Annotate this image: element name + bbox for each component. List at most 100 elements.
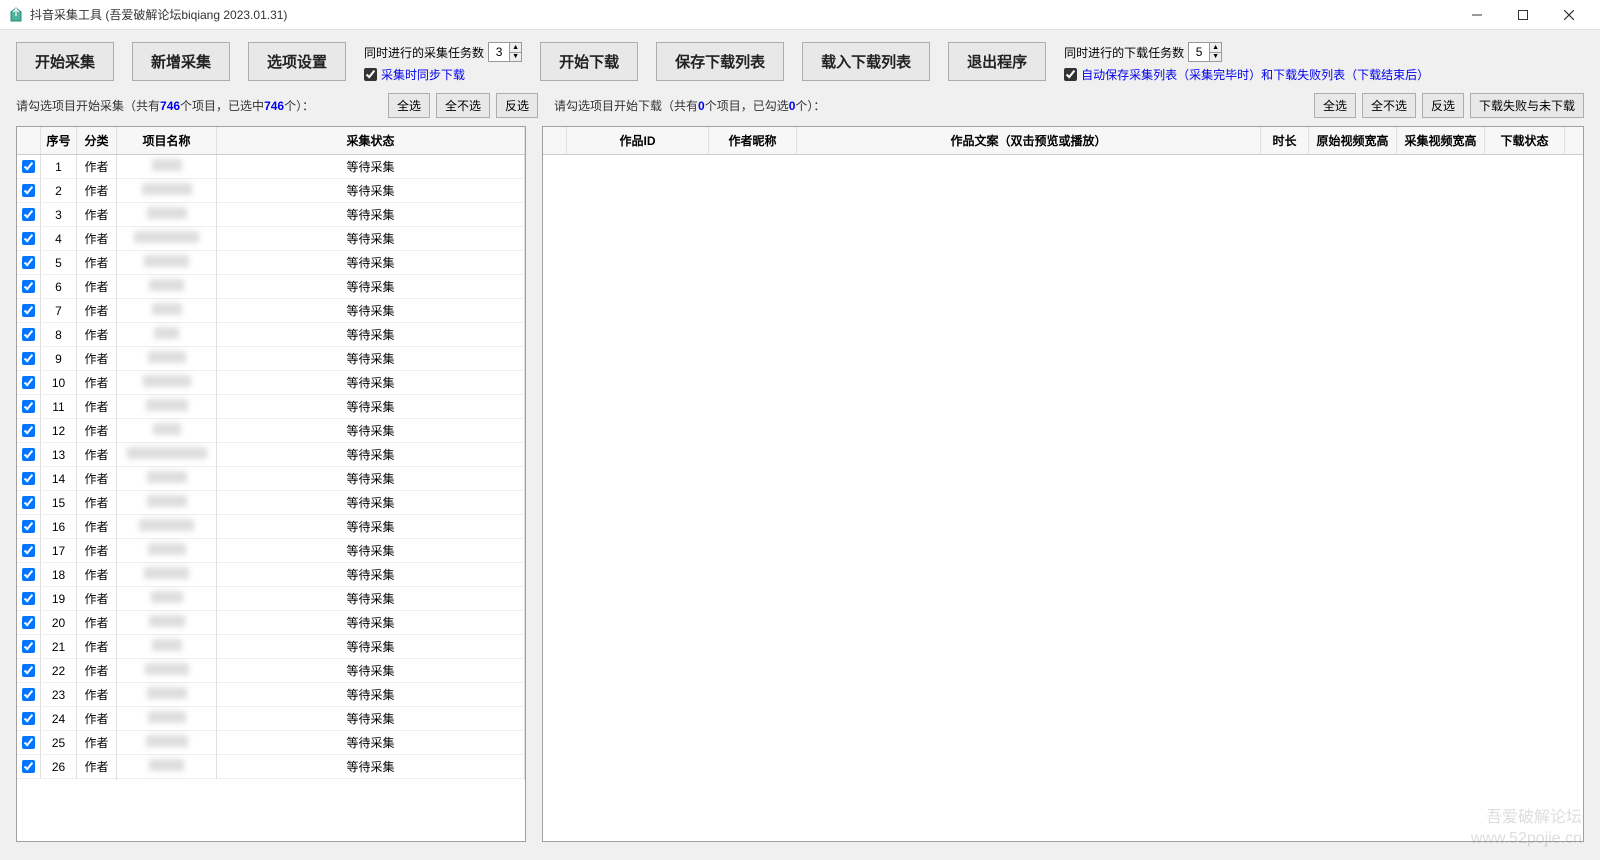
row-checkbox[interactable]: [22, 640, 35, 653]
table-row[interactable]: 14作者等待采集: [17, 467, 525, 491]
table-row[interactable]: 7作者等待采集: [17, 299, 525, 323]
table-row[interactable]: 6作者等待采集: [17, 275, 525, 299]
row-checkbox[interactable]: [22, 520, 35, 533]
table-row[interactable]: 12作者等待采集: [17, 419, 525, 443]
row-index: 8: [41, 323, 77, 347]
row-checkbox[interactable]: [22, 472, 35, 485]
left-select-none-button[interactable]: 全不选: [436, 93, 490, 118]
row-checkbox[interactable]: [22, 352, 35, 365]
start-download-button[interactable]: 开始下载: [540, 42, 638, 81]
table-row[interactable]: 17作者等待采集: [17, 539, 525, 563]
table-row[interactable]: 2作者等待采集: [17, 179, 525, 203]
row-checkbox[interactable]: [22, 664, 35, 677]
spinner-up-icon[interactable]: ▲: [1209, 43, 1221, 53]
collect-table-body[interactable]: 1作者等待采集2作者等待采集3作者等待采集4作者等待采集5作者等待采集6作者等待…: [17, 155, 525, 841]
header-src-size[interactable]: 原始视频宽高: [1309, 127, 1397, 154]
row-checkbox[interactable]: [22, 616, 35, 629]
row-checkbox[interactable]: [22, 160, 35, 173]
table-row[interactable]: 3作者等待采集: [17, 203, 525, 227]
table-row[interactable]: 11作者等待采集: [17, 395, 525, 419]
row-checkbox[interactable]: [22, 568, 35, 581]
header-work-id[interactable]: 作品ID: [567, 127, 709, 154]
header-caption[interactable]: 作品文案（双击预览或播放）: [797, 127, 1261, 154]
header-category[interactable]: 分类: [77, 127, 117, 154]
left-invert-button[interactable]: 反选: [496, 93, 538, 118]
row-status: 等待采集: [217, 585, 525, 612]
toolbar: 开始采集 新增采集 选项设置 同时进行的采集任务数 ▲▼ 采集时同步下载 开始下…: [0, 30, 1600, 87]
autosave-checkbox[interactable]: [1064, 68, 1077, 81]
table-row[interactable]: 4作者等待采集: [17, 227, 525, 251]
spinner-down-icon[interactable]: ▼: [1209, 53, 1221, 62]
new-collect-button[interactable]: 新增采集: [132, 42, 230, 81]
row-checkbox[interactable]: [22, 400, 35, 413]
collect-tasks-spinner[interactable]: ▲▼: [488, 42, 522, 62]
exit-button[interactable]: 退出程序: [948, 42, 1046, 81]
table-row[interactable]: 15作者等待采集: [17, 491, 525, 515]
table-row[interactable]: 1作者等待采集: [17, 155, 525, 179]
table-row[interactable]: 19作者等待采集: [17, 587, 525, 611]
autosave-checkbox-row[interactable]: 自动保存采集列表（采集完毕时）和下载失败列表（下载结束后）: [1064, 66, 1429, 83]
row-index: 16: [41, 515, 77, 539]
table-row[interactable]: 24作者等待采集: [17, 707, 525, 731]
header-duration[interactable]: 时长: [1261, 127, 1309, 154]
table-row[interactable]: 23作者等待采集: [17, 683, 525, 707]
minimize-button[interactable]: [1454, 0, 1500, 30]
close-button[interactable]: [1546, 0, 1592, 30]
row-checkbox[interactable]: [22, 424, 35, 437]
row-checkbox[interactable]: [22, 496, 35, 509]
row-checkbox[interactable]: [22, 760, 35, 773]
right-select-none-button[interactable]: 全不选: [1362, 93, 1416, 118]
table-row[interactable]: 13作者等待采集: [17, 443, 525, 467]
row-checkbox[interactable]: [22, 304, 35, 317]
row-checkbox[interactable]: [22, 328, 35, 341]
options-button[interactable]: 选项设置: [248, 42, 346, 81]
download-tasks-input[interactable]: [1189, 43, 1209, 61]
header-download-status[interactable]: 下载状态: [1485, 127, 1565, 154]
table-row[interactable]: 18作者等待采集: [17, 563, 525, 587]
load-list-button[interactable]: 载入下载列表: [802, 42, 930, 81]
spinner-down-icon[interactable]: ▼: [509, 53, 521, 62]
table-row[interactable]: 21作者等待采集: [17, 635, 525, 659]
table-row[interactable]: 10作者等待采集: [17, 371, 525, 395]
collect-tasks-input[interactable]: [489, 43, 509, 61]
header-name[interactable]: 项目名称: [117, 127, 217, 154]
table-row[interactable]: 25作者等待采集: [17, 731, 525, 755]
row-name: [117, 202, 217, 227]
row-checkbox[interactable]: [22, 736, 35, 749]
row-checkbox[interactable]: [22, 280, 35, 293]
row-checkbox[interactable]: [22, 688, 35, 701]
sync-download-checkbox-row[interactable]: 采集时同步下载: [364, 66, 522, 83]
header-collect-size[interactable]: 采集视频宽高: [1397, 127, 1485, 154]
right-select-all-button[interactable]: 全选: [1314, 93, 1356, 118]
table-row[interactable]: 5作者等待采集: [17, 251, 525, 275]
table-row[interactable]: 8作者等待采集: [17, 323, 525, 347]
download-table-body[interactable]: [543, 155, 1583, 841]
header-author[interactable]: 作者昵称: [709, 127, 797, 154]
row-category: 作者: [77, 561, 117, 588]
left-select-all-button[interactable]: 全选: [388, 93, 430, 118]
row-checkbox[interactable]: [22, 712, 35, 725]
row-checkbox[interactable]: [22, 376, 35, 389]
sync-download-checkbox[interactable]: [364, 68, 377, 81]
spinner-up-icon[interactable]: ▲: [509, 43, 521, 53]
row-checkbox[interactable]: [22, 184, 35, 197]
row-checkbox[interactable]: [22, 592, 35, 605]
row-checkbox[interactable]: [22, 208, 35, 221]
row-checkbox[interactable]: [22, 544, 35, 557]
right-invert-button[interactable]: 反选: [1422, 93, 1464, 118]
download-failed-button[interactable]: 下载失败与未下载: [1470, 93, 1584, 118]
maximize-button[interactable]: [1500, 0, 1546, 30]
start-collect-button[interactable]: 开始采集: [16, 42, 114, 81]
row-checkbox[interactable]: [22, 256, 35, 269]
table-row[interactable]: 9作者等待采集: [17, 347, 525, 371]
table-row[interactable]: 16作者等待采集: [17, 515, 525, 539]
header-index[interactable]: 序号: [41, 127, 77, 154]
table-row[interactable]: 26作者等待采集: [17, 755, 525, 779]
table-row[interactable]: 20作者等待采集: [17, 611, 525, 635]
download-tasks-spinner[interactable]: ▲▼: [1188, 42, 1222, 62]
row-checkbox[interactable]: [22, 232, 35, 245]
header-status[interactable]: 采集状态: [217, 127, 525, 154]
table-row[interactable]: 22作者等待采集: [17, 659, 525, 683]
row-checkbox[interactable]: [22, 448, 35, 461]
save-list-button[interactable]: 保存下载列表: [656, 42, 784, 81]
